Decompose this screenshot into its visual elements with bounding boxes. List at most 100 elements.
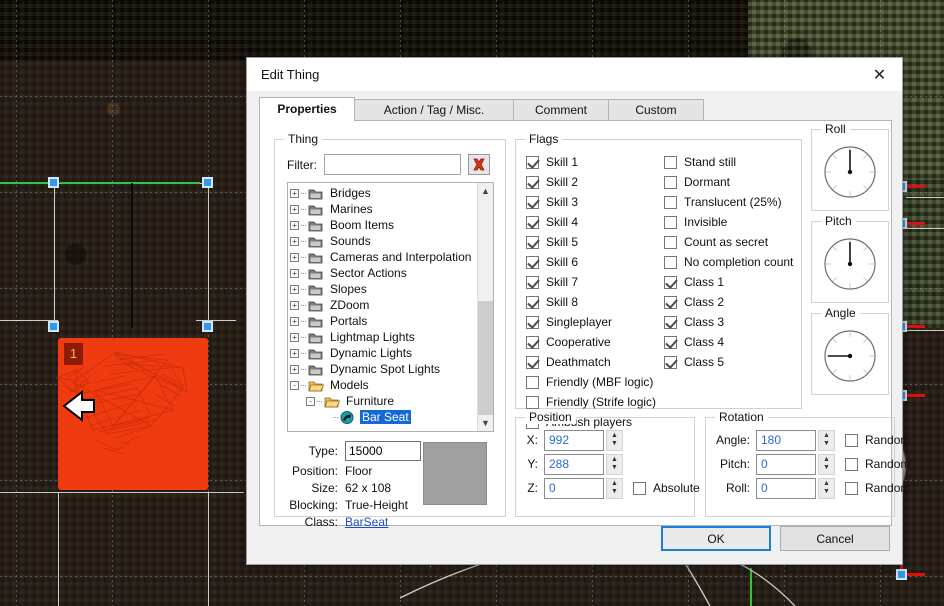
tab-properties[interactable]: Properties [259,97,355,121]
tree-item-bar-seat[interactable]: Bar Seat [290,409,477,425]
linedef[interactable] [906,330,944,331]
chevron-up-icon[interactable]: ▲ [478,183,493,199]
expand-icon[interactable]: + [290,252,299,262]
roll-spinner[interactable]: ▲ ▼ [818,477,835,499]
flag-class-3[interactable]: Class 3 [664,312,793,332]
flag-cooperative-box[interactable] [526,335,539,349]
flag-skill-8-box[interactable] [526,295,539,309]
flag-skill-5-box[interactable] [526,235,539,249]
flag-class-4[interactable]: Class 4 [664,332,793,352]
x-input[interactable] [544,429,604,451]
tab-action-tag-misc[interactable]: Action / Tag / Misc. [354,99,514,121]
flag-skill-3[interactable]: Skill 3 [526,192,656,212]
roll-input[interactable] [756,477,816,499]
tree-item-portals[interactable]: + Portals [290,313,477,329]
linedef[interactable] [208,183,209,328]
tree-item-models[interactable]: - Models [290,377,477,393]
flag-invisible-box[interactable] [664,215,677,229]
expand-icon[interactable]: + [290,316,299,326]
flag-skill-6[interactable]: Skill 6 [526,252,656,272]
pitch-dial[interactable] [822,236,878,292]
angle-dial[interactable] [822,328,878,384]
thing-direction-arrow[interactable] [62,390,96,422]
chevron-down-icon[interactable]: ▼ [478,415,493,431]
flag-skill-2-box[interactable] [526,175,539,189]
close-icon[interactable]: ✕ [857,58,902,91]
flag-translucent-25-box[interactable] [664,195,677,209]
collapse-icon[interactable]: - [290,380,299,390]
pitch-input[interactable] [756,453,816,475]
type-input[interactable] [345,441,421,461]
flag-deathmatch-box[interactable] [526,355,539,369]
tree-item-slopes[interactable]: + Slopes [290,281,477,297]
angle-spinner[interactable]: ▲ ▼ [818,429,835,451]
flag-stand-still-box[interactable] [664,155,677,169]
tree-item-lightmap-lights[interactable]: + Lightmap Lights [290,329,477,345]
map-vertex[interactable] [202,321,213,332]
map-vertex[interactable] [202,177,213,188]
y-input[interactable] [544,453,604,475]
z-input[interactable] [544,477,604,499]
linedef[interactable] [906,197,944,198]
flag-friendly-mbf-logic-box[interactable] [526,375,539,389]
flag-no-completion-count[interactable]: No completion count [664,252,793,272]
tree-item-cameras-and-interpolation[interactable]: + Cameras and Interpolation [290,249,477,265]
flag-no-completion-count-box[interactable] [664,255,677,269]
flag-stand-still[interactable]: Stand still [664,152,793,172]
filter-input[interactable] [324,154,461,175]
flag-class-3-box[interactable] [664,315,677,329]
expand-icon[interactable]: + [290,284,299,294]
tree-item-dynamic-lights[interactable]: + Dynamic Lights [290,345,477,361]
flag-class-1-box[interactable] [664,275,677,289]
expand-icon[interactable]: + [290,236,299,246]
tree-item-bridges[interactable]: + Bridges [290,185,477,201]
pitch-random-checkbox[interactable]: Random [845,457,910,471]
pitch-spinner[interactable]: ▲ ▼ [818,453,835,475]
expand-icon[interactable]: + [290,300,299,310]
expand-icon[interactable]: + [290,332,299,342]
flag-skill-2[interactable]: Skill 2 [526,172,656,192]
map-vertex[interactable] [896,569,907,580]
flag-skill-1-box[interactable] [526,155,539,169]
tree-item-sector-actions[interactable]: + Sector Actions [290,265,477,281]
expand-icon[interactable]: + [290,364,299,374]
flag-friendly-strife-logic-box[interactable] [526,395,539,409]
flag-deathmatch[interactable]: Deathmatch [526,352,656,372]
flag-friendly-mbf-logic[interactable]: Friendly (MBF logic) [526,372,656,392]
flag-count-as-secret[interactable]: Count as secret [664,232,793,252]
tree-item-marines[interactable]: + Marines [290,201,477,217]
roll-random-checkbox[interactable]: Random [845,481,910,495]
flag-class-4-box[interactable] [664,335,677,349]
tree-scrollbar[interactable]: ▲ ▼ [477,183,493,431]
expand-icon[interactable]: + [290,188,299,198]
expand-icon[interactable]: + [290,268,299,278]
y-spinner[interactable]: ▲ ▼ [606,453,623,475]
tree-item-sounds[interactable]: + Sounds [290,233,477,249]
linedef[interactable] [208,492,209,606]
x-spinner[interactable]: ▲ ▼ [606,429,623,451]
linedef[interactable] [906,228,944,229]
flag-skill-3-box[interactable] [526,195,539,209]
flag-class-1[interactable]: Class 1 [664,272,793,292]
flag-friendly-strife-logic[interactable]: Friendly (Strife logic) [526,392,656,412]
flag-count-as-secret-box[interactable] [664,235,677,249]
flag-class-2[interactable]: Class 2 [664,292,793,312]
tree-item-boom-items[interactable]: + Boom Items [290,217,477,233]
thing-category-tree[interactable]: + Bridges + Marines + Boom Items + Sounds + Camer… [287,182,494,432]
flag-skill-6-box[interactable] [526,255,539,269]
expand-icon[interactable]: + [290,204,299,214]
absolute-checkbox[interactable]: Absolute [633,481,700,495]
tree-item-dynamic-spot-lights[interactable]: + Dynamic Spot Lights [290,361,477,377]
flag-skill-7[interactable]: Skill 7 [526,272,656,292]
flag-dormant[interactable]: Dormant [664,172,793,192]
absolute-checkbox-box[interactable] [633,481,646,495]
map-vertex[interactable] [48,177,59,188]
tree-item-furniture[interactable]: - Furniture [290,393,477,409]
flag-skill-5[interactable]: Skill 5 [526,232,656,252]
flag-singleplayer-box[interactable] [526,315,539,329]
flag-skill-4-box[interactable] [526,215,539,229]
flag-translucent-25[interactable]: Translucent (25%) [664,192,793,212]
dialog-titlebar[interactable]: Edit Thing ✕ [247,58,902,91]
expand-icon[interactable]: + [290,220,299,230]
tab-custom[interactable]: Custom [608,99,704,121]
